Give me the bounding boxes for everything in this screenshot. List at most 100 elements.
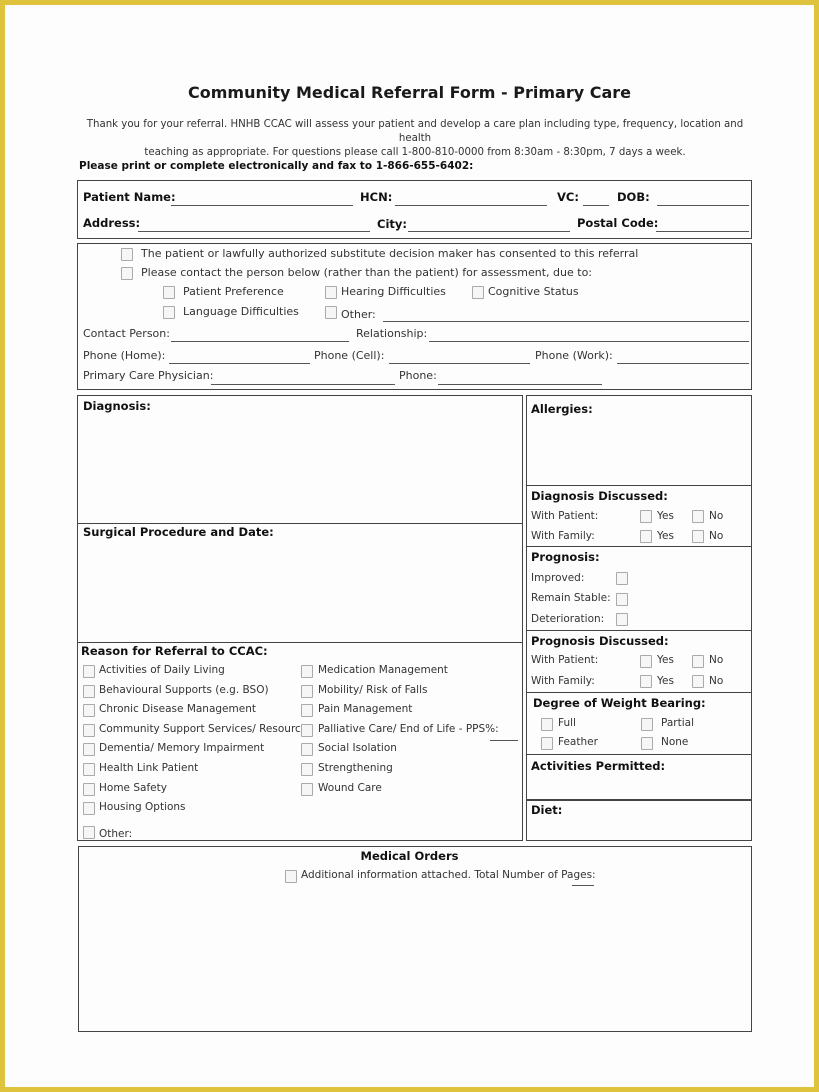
contact-other-checkbox[interactable]: [121, 267, 133, 280]
referral-right-checkbox[interactable]: [301, 684, 313, 698]
referral-right-checkbox[interactable]: [301, 723, 313, 737]
referral-left-checkbox[interactable]: [83, 665, 95, 678]
dob-field[interactable]: [657, 205, 749, 206]
activities-permitted-label: Activities Permitted:: [531, 759, 666, 773]
referral-left-label: Home Safety: [99, 781, 167, 794]
hearing-difficulties-checkbox[interactable]: [325, 286, 337, 299]
phone-cell-field[interactable]: [389, 363, 530, 364]
pd-with-patient-label: With Patient:: [531, 654, 599, 666]
referral-left-label: Behavioural Supports (e.g. BSO): [99, 683, 269, 696]
consent-checkbox[interactable]: [121, 248, 133, 261]
pd-family-yes-label: Yes: [657, 675, 674, 687]
surgical-procedure-field[interactable]: [83, 543, 519, 639]
city-label: City:: [377, 217, 407, 231]
vc-label: VC:: [557, 190, 579, 204]
pd-family-yes-checkbox[interactable]: [640, 675, 652, 688]
weight-partial-checkbox[interactable]: [641, 718, 653, 731]
intro-line-2: teaching as appropriate. For questions p…: [144, 147, 686, 158]
patient-preference-checkbox[interactable]: [163, 286, 175, 299]
postal-code-field[interactable]: [656, 231, 749, 232]
referral-left-checkbox[interactable]: [83, 825, 95, 839]
additional-info-checkbox[interactable]: [285, 870, 297, 883]
pps-percent-field[interactable]: [490, 740, 518, 741]
form-title: Community Medical Referral Form - Primar…: [187, 83, 631, 102]
prognosis-stable-label: Remain Stable:: [531, 592, 611, 604]
referral-right-checkbox[interactable]: [301, 743, 313, 757]
referral-right-checkbox[interactable]: [301, 704, 313, 718]
reason-other-field[interactable]: [383, 321, 749, 322]
address-field[interactable]: [138, 231, 370, 232]
vc-field[interactable]: [583, 205, 609, 206]
dd-family-yes-label: Yes: [657, 530, 674, 542]
consent-label: The patient or lawfully authorized subst…: [141, 247, 639, 260]
prognosis-title: Prognosis:: [531, 550, 600, 564]
referral-right-label: Mobility/ Risk of Falls: [318, 683, 428, 696]
language-difficulties-checkbox[interactable]: [163, 306, 175, 319]
weight-none-checkbox[interactable]: [641, 737, 653, 750]
referral-left-label: Dementia/ Memory Impairment: [99, 742, 265, 755]
contact-other-label: Please contact the person below (rather …: [141, 266, 593, 279]
weight-partial-label: Partial: [661, 717, 694, 729]
referral-right-checkbox[interactable]: [301, 763, 313, 776]
city-field[interactable]: [408, 231, 570, 232]
patient-preference-label: Patient Preference: [183, 285, 284, 298]
referral-left-checkbox[interactable]: [83, 743, 95, 757]
relationship-field[interactable]: [429, 341, 749, 342]
pd-patient-no-label: No: [709, 654, 724, 666]
pd-patient-yes-checkbox[interactable]: [640, 655, 652, 668]
diagnosis-discussed-title: Diagnosis Discussed:: [531, 489, 668, 503]
referral-right-label: Pain Management: [318, 703, 413, 716]
cognitive-status-checkbox[interactable]: [472, 286, 484, 299]
diagnosis-field[interactable]: [83, 417, 519, 521]
dd-family-yes-checkbox[interactable]: [640, 530, 652, 543]
weight-feather-checkbox[interactable]: [541, 737, 553, 750]
pd-with-family-label: With Family:: [531, 675, 595, 687]
referral-left-checkbox[interactable]: [83, 723, 95, 737]
referral-left-checkbox[interactable]: [83, 782, 95, 796]
pd-patient-no-checkbox[interactable]: [692, 655, 704, 668]
referral-right-label: Strengthening: [318, 762, 393, 774]
prognosis-improved-checkbox[interactable]: [616, 572, 628, 585]
referral-right-checkbox[interactable]: [301, 665, 313, 678]
physician-phone-field[interactable]: [438, 384, 602, 385]
divider: [77, 523, 523, 524]
referral-left-label: Housing Options: [99, 801, 186, 814]
prognosis-deterioration-checkbox[interactable]: [616, 613, 628, 626]
referral-left-checkbox[interactable]: [83, 802, 95, 816]
reason-other-checkbox[interactable]: [325, 306, 337, 319]
dd-patient-yes-checkbox[interactable]: [640, 510, 652, 523]
referral-right-checkbox[interactable]: [301, 782, 313, 796]
pd-patient-yes-label: Yes: [657, 654, 674, 666]
physician-label: Primary Care Physician:: [83, 369, 214, 382]
dd-family-no-checkbox[interactable]: [692, 530, 704, 543]
weight-bearing-title: Degree of Weight Bearing:: [533, 696, 706, 710]
total-pages-field[interactable]: [572, 885, 594, 886]
pd-family-no-checkbox[interactable]: [692, 675, 704, 688]
hcn-label: HCN:: [360, 190, 393, 204]
address-label: Address:: [83, 216, 141, 230]
intro-line-1: Thank you for your referral. HNHB CCAC w…: [86, 119, 744, 144]
hcn-field[interactable]: [395, 205, 547, 206]
dd-patient-yes-label: Yes: [657, 510, 674, 522]
weight-full-checkbox[interactable]: [541, 718, 553, 731]
dd-patient-no-checkbox[interactable]: [692, 510, 704, 523]
patient-name-label: Patient Name:: [83, 190, 176, 204]
referral-left-checkbox[interactable]: [83, 684, 95, 698]
medical-orders-field[interactable]: [85, 895, 745, 1025]
referral-right-label: Medication Management: [318, 664, 448, 676]
language-difficulties-label: Language Difficulties: [183, 305, 299, 318]
hearing-difficulties-label: Hearing Difficulties: [341, 285, 446, 298]
phone-work-field[interactable]: [617, 363, 749, 364]
referral-left-label: Other:: [99, 827, 133, 840]
fax-instruction: Please print or complete electronically …: [79, 160, 474, 172]
prognosis-stable-checkbox[interactable]: [616, 593, 628, 606]
weight-feather-label: Feather: [558, 736, 598, 748]
prognosis-discussed-title: Prognosis Discussed:: [531, 634, 669, 648]
patient-name-field[interactable]: [171, 205, 353, 206]
referral-left-checkbox[interactable]: [83, 704, 95, 718]
phone-work-label: Phone (Work):: [535, 349, 613, 362]
physician-field[interactable]: [211, 384, 395, 385]
phone-home-field[interactable]: [169, 363, 310, 364]
contact-person-field[interactable]: [171, 341, 349, 342]
referral-left-checkbox[interactable]: [83, 763, 95, 776]
